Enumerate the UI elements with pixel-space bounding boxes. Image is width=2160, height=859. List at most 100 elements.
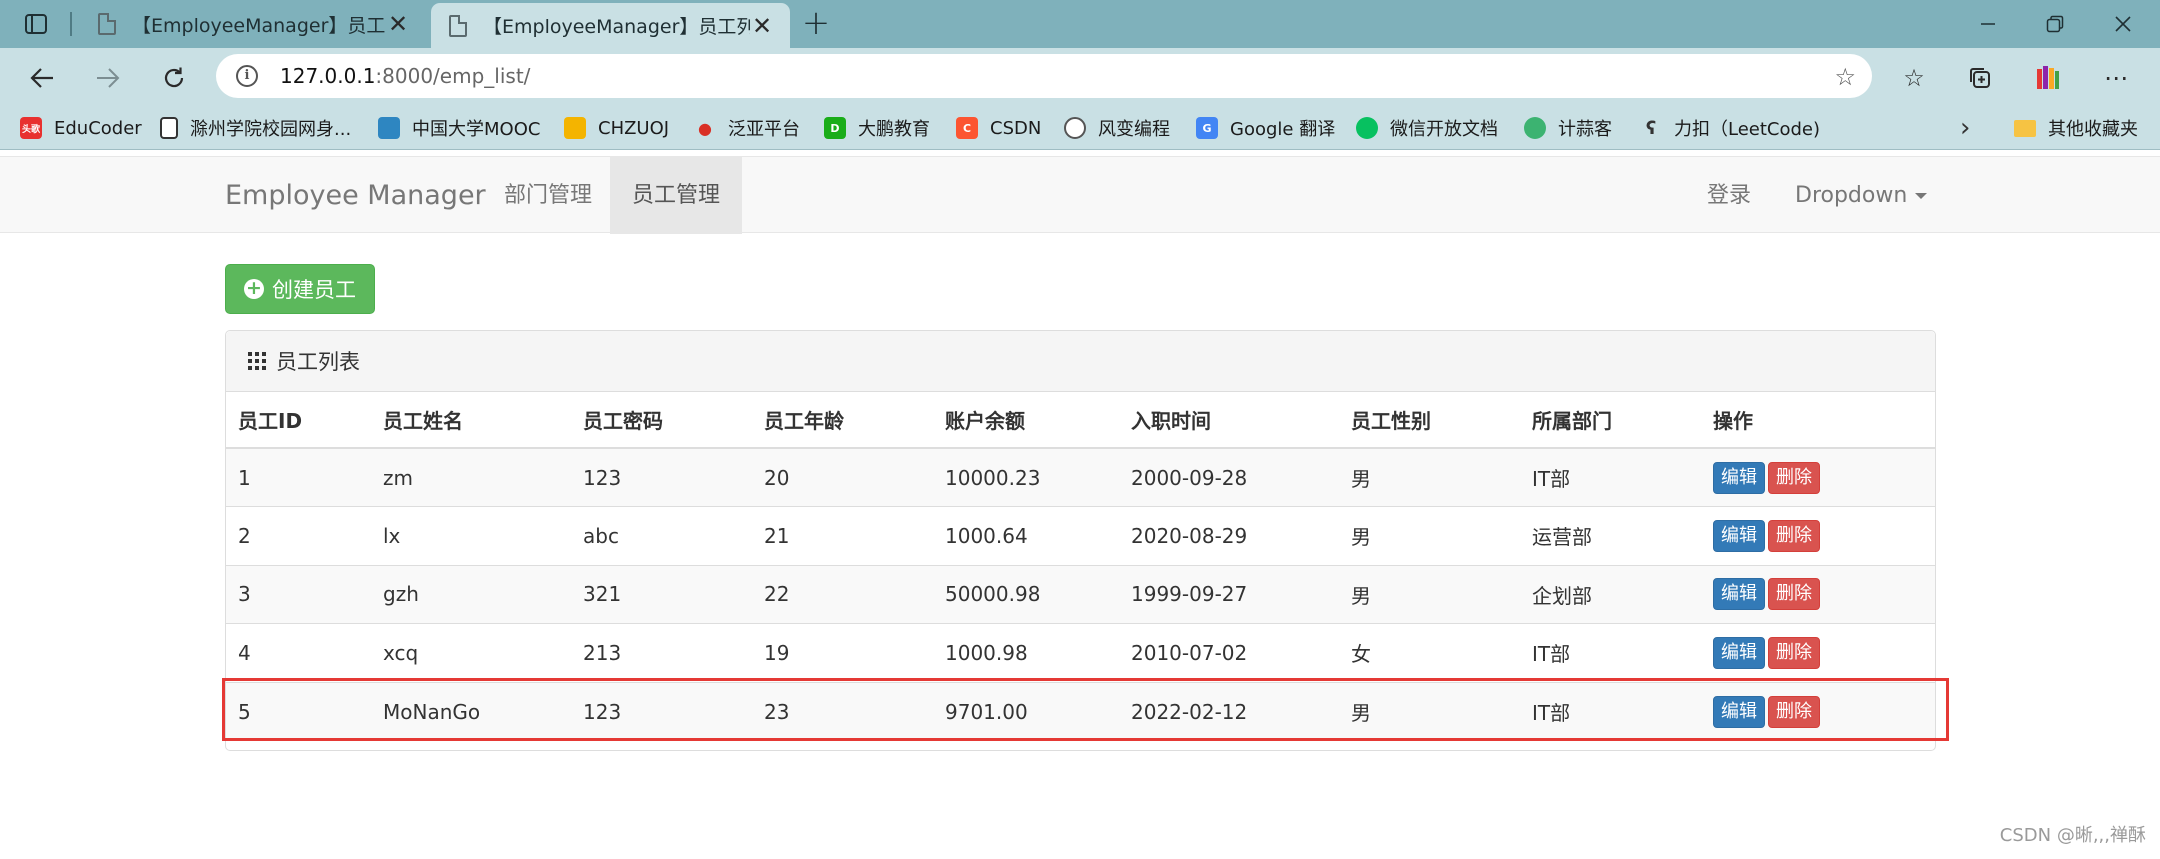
cell-gender: 男 bbox=[1339, 564, 1520, 624]
cell-age: 20 bbox=[752, 447, 933, 507]
nav-department[interactable]: 部门管理 bbox=[482, 157, 614, 234]
cell-department: IT部 bbox=[1520, 681, 1701, 741]
bookmark-google-translate[interactable]: G Google 翻译 bbox=[1196, 114, 1335, 142]
bookmarks-bar: 头歌 EduCoder 滁州学院校园网身... 中国大学MOOC CHZUOJ ●… bbox=[0, 106, 2160, 150]
cell-actions: 编辑 删除 bbox=[1701, 623, 1935, 682]
delete-button[interactable]: 删除 bbox=[1768, 695, 1820, 728]
cell-actions: 编辑 删除 bbox=[1701, 681, 1935, 741]
tab-separator bbox=[70, 12, 72, 36]
other-bookmarks-folder[interactable]: 其他收藏夹 bbox=[2014, 114, 2138, 142]
bookmark-dapeng[interactable]: D 大鹏教育 bbox=[824, 114, 930, 142]
brand-link[interactable]: Employee Manager bbox=[225, 157, 486, 234]
nav-login[interactable]: 登录 bbox=[1685, 157, 1773, 234]
tab-title: 【EmployeeManager】员工列表 bbox=[132, 14, 386, 37]
cell-balance: 1000.98 bbox=[933, 623, 1119, 682]
favorites-button[interactable]: ☆ bbox=[1896, 60, 1932, 96]
bookmark-label: 力扣（LeetCode) bbox=[1674, 119, 1821, 140]
bookmark-fanya[interactable]: ● 泛亚平台 bbox=[694, 114, 800, 142]
edit-button[interactable]: 编辑 bbox=[1713, 695, 1765, 728]
url-path: :8000/emp_list/ bbox=[375, 64, 531, 88]
bookmark-label: CSDN bbox=[990, 117, 1042, 139]
table-row: 3 gzh 321 22 50000.98 1999-09-27 男 企划部 编… bbox=[226, 564, 1935, 624]
cell-department: 企划部 bbox=[1520, 564, 1701, 624]
bookmark-fengbian[interactable]: 风变编程 bbox=[1064, 114, 1170, 142]
cell-id: 3 bbox=[226, 564, 371, 624]
cell-hire-date: 2000-09-28 bbox=[1119, 447, 1339, 507]
create-employee-label: 创建员工 bbox=[272, 278, 356, 302]
bookmark-leetcode[interactable]: ʕ 力扣（LeetCode) bbox=[1640, 114, 1820, 142]
table-row: 2 lx abc 21 1000.64 2020-08-29 男 运营部 编辑删… bbox=[226, 506, 1935, 565]
create-employee-button[interactable]: + 创建员工 bbox=[225, 264, 375, 314]
nav-employee[interactable]: 员工管理 bbox=[610, 157, 743, 234]
delete-button[interactable]: 删除 bbox=[1768, 519, 1820, 552]
bookmark-label: EduCoder bbox=[54, 117, 142, 139]
cell-actions: 编辑 删除 bbox=[1701, 506, 1935, 565]
bookmark-mooc[interactable]: 中国大学MOOC bbox=[378, 114, 540, 142]
bookmark-campus-net[interactable]: 滁州学院校园网身... bbox=[160, 114, 351, 142]
edit-button[interactable]: 编辑 bbox=[1713, 578, 1765, 611]
edit-button[interactable]: 编辑 bbox=[1713, 519, 1765, 552]
cell-department: IT部 bbox=[1520, 623, 1701, 682]
mooc-icon bbox=[378, 117, 400, 139]
cell-password: 123 bbox=[571, 447, 752, 507]
url-text[interactable]: 127.0.0.1:8000/emp_list/ bbox=[280, 64, 530, 88]
cell-balance: 10000.23 bbox=[933, 447, 1119, 507]
extension-button[interactable] bbox=[2030, 60, 2066, 96]
csdn-icon: C bbox=[956, 117, 978, 139]
reload-button[interactable] bbox=[154, 58, 194, 98]
delete-button[interactable]: 删除 bbox=[1768, 578, 1820, 611]
collections-button[interactable] bbox=[1962, 60, 1998, 96]
cell-balance: 9701.00 bbox=[933, 681, 1119, 741]
edit-button[interactable]: 编辑 bbox=[1713, 461, 1765, 494]
cell-gender: 男 bbox=[1339, 681, 1520, 741]
close-icon[interactable]: ✕ bbox=[386, 12, 410, 36]
minimize-button[interactable] bbox=[1955, 0, 2021, 48]
back-button[interactable] bbox=[22, 58, 62, 98]
cell-password: 123 bbox=[571, 681, 752, 741]
tab-strip: 【EmployeeManager】员工列表 ✕ 【EmployeeManager… bbox=[0, 0, 2160, 48]
more-menu-button[interactable]: ⋯ bbox=[2098, 60, 2134, 96]
browser-tab-1[interactable]: 【EmployeeManager】员工列表 ✕ bbox=[80, 0, 426, 48]
edit-button[interactable]: 编辑 bbox=[1713, 636, 1765, 669]
url-host: 127.0.0.1 bbox=[280, 64, 376, 88]
cell-department: 运营部 bbox=[1520, 506, 1701, 565]
cell-balance: 1000.64 bbox=[933, 506, 1119, 565]
bookmark-label: 中国大学MOOC bbox=[412, 119, 541, 140]
panel-heading: 员工列表 bbox=[226, 331, 1935, 392]
cell-age: 23 bbox=[752, 681, 933, 741]
delete-button[interactable]: 删除 bbox=[1768, 636, 1820, 669]
cell-age: 21 bbox=[752, 506, 933, 565]
restore-button[interactable] bbox=[2022, 0, 2088, 48]
chevron-right-icon[interactable]: › bbox=[1960, 114, 1970, 142]
tab-actions-button[interactable] bbox=[14, 8, 58, 40]
nav-dropdown[interactable]: Dropdown bbox=[1773, 157, 1949, 234]
google-translate-icon: G bbox=[1196, 117, 1218, 139]
bookmark-educoder[interactable]: 头歌 EduCoder bbox=[20, 114, 142, 142]
bookmark-chzuoj[interactable]: CHZUOJ bbox=[564, 114, 669, 142]
favorites-star-icon: ☆ bbox=[1903, 64, 1925, 92]
cell-name: zm bbox=[371, 447, 571, 507]
bookmark-wechat-docs[interactable]: 微信开放文档 bbox=[1356, 114, 1498, 142]
cell-password: 321 bbox=[571, 564, 752, 624]
window-close-button[interactable] bbox=[2090, 0, 2156, 48]
forward-button[interactable] bbox=[88, 58, 128, 98]
add-favorite-icon[interactable]: ☆ bbox=[1834, 63, 1856, 91]
bookmark-label: 泛亚平台 bbox=[728, 119, 800, 140]
bookmark-csdn[interactable]: C CSDN bbox=[956, 114, 1041, 142]
browser-tab-2[interactable]: 【EmployeeManager】员工列表 ✕ bbox=[431, 3, 790, 48]
reload-icon bbox=[164, 67, 184, 88]
column-header: 所属部门 bbox=[1520, 392, 1701, 449]
fanya-icon: ● bbox=[698, 118, 712, 138]
table-row: 4 xcq 213 19 1000.98 2010-07-02 女 IT部 编辑… bbox=[226, 623, 1935, 682]
bookmark-label: 其他收藏夹 bbox=[2048, 119, 2138, 140]
close-icon[interactable]: ✕ bbox=[750, 14, 774, 38]
url-bar[interactable]: i 127.0.0.1:8000/emp_list/ ☆ bbox=[216, 54, 1872, 98]
new-tab-button[interactable]: + bbox=[800, 6, 832, 40]
bookmark-label: 滁州学院校园网身... bbox=[190, 119, 352, 140]
extension-icon bbox=[2037, 66, 2059, 89]
delete-button[interactable]: 删除 bbox=[1768, 461, 1820, 494]
bookmark-jisuanke[interactable]: 计蒜客 bbox=[1524, 114, 1612, 142]
column-header: 员工密码 bbox=[571, 392, 752, 449]
cell-balance: 50000.98 bbox=[933, 564, 1119, 624]
info-icon[interactable]: i bbox=[236, 65, 258, 87]
